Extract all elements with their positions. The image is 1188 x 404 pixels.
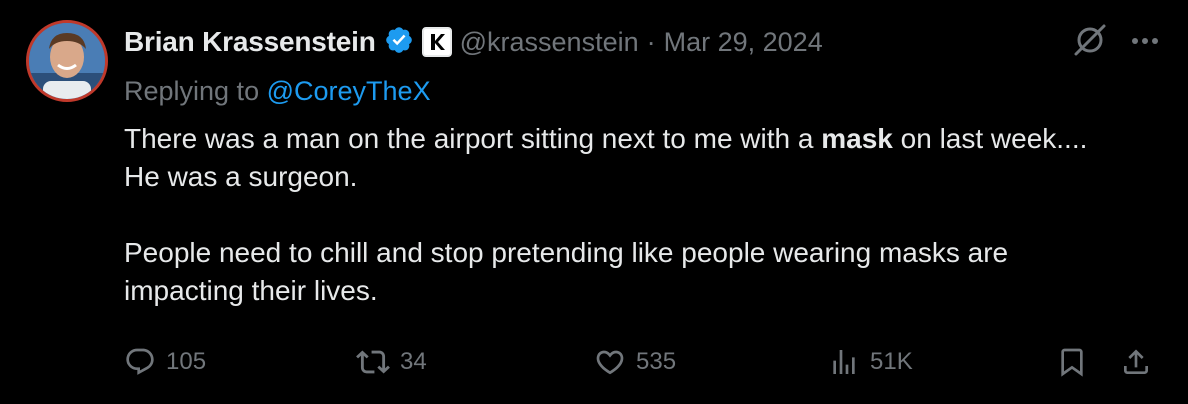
more-icon[interactable] bbox=[1130, 33, 1160, 51]
views-button[interactable]: 51K bbox=[828, 342, 913, 382]
avatar[interactable] bbox=[26, 20, 108, 102]
tweet-date[interactable]: Mar 29, 2024 bbox=[664, 27, 823, 58]
verified-badge-icon bbox=[384, 25, 414, 60]
bookmark-icon bbox=[1056, 346, 1088, 378]
tweet-text: There was a man on the airport sitting n… bbox=[124, 120, 1124, 310]
reply-mention-link[interactable]: @CoreyTheX bbox=[267, 76, 431, 106]
tweet-bold-word: mask bbox=[821, 123, 893, 154]
replying-to-label: Replying to bbox=[124, 76, 260, 106]
tweet-text-part: There was a man on the airport sitting n… bbox=[124, 123, 822, 154]
repost-count: 34 bbox=[400, 348, 427, 375]
tweet-paragraph-1: There was a man on the airport sitting n… bbox=[124, 120, 1124, 196]
share-button[interactable] bbox=[1120, 342, 1152, 382]
repost-button[interactable]: 34 bbox=[356, 342, 427, 382]
author-handle[interactable]: @krassenstein bbox=[460, 27, 639, 58]
author-name[interactable]: Brian Krassenstein bbox=[124, 26, 376, 58]
like-button[interactable]: 535 bbox=[594, 342, 676, 382]
reply-count: 105 bbox=[166, 348, 207, 375]
share-icon bbox=[1120, 346, 1152, 378]
repost-icon bbox=[356, 345, 390, 379]
reply-button[interactable]: 105 bbox=[124, 342, 206, 382]
tweet-header: Brian Krassenstein @krassenstein · Mar 2… bbox=[124, 22, 823, 62]
grok-icon[interactable] bbox=[1072, 22, 1108, 63]
tweet-paragraph-2: People need to chill and stop pretending… bbox=[124, 237, 1009, 306]
action-bar: 105 34 535 51K bbox=[124, 342, 1158, 382]
separator: · bbox=[646, 26, 656, 57]
replying-to: Replying to @CoreyTheX bbox=[124, 76, 431, 107]
like-icon bbox=[594, 346, 626, 378]
reply-icon bbox=[124, 346, 156, 378]
k-badge-icon[interactable] bbox=[421, 27, 452, 57]
views-icon bbox=[828, 346, 860, 378]
top-actions bbox=[1072, 22, 1160, 62]
like-count: 535 bbox=[636, 348, 677, 375]
views-count: 51K bbox=[870, 348, 913, 375]
bookmark-button[interactable] bbox=[1056, 342, 1088, 382]
